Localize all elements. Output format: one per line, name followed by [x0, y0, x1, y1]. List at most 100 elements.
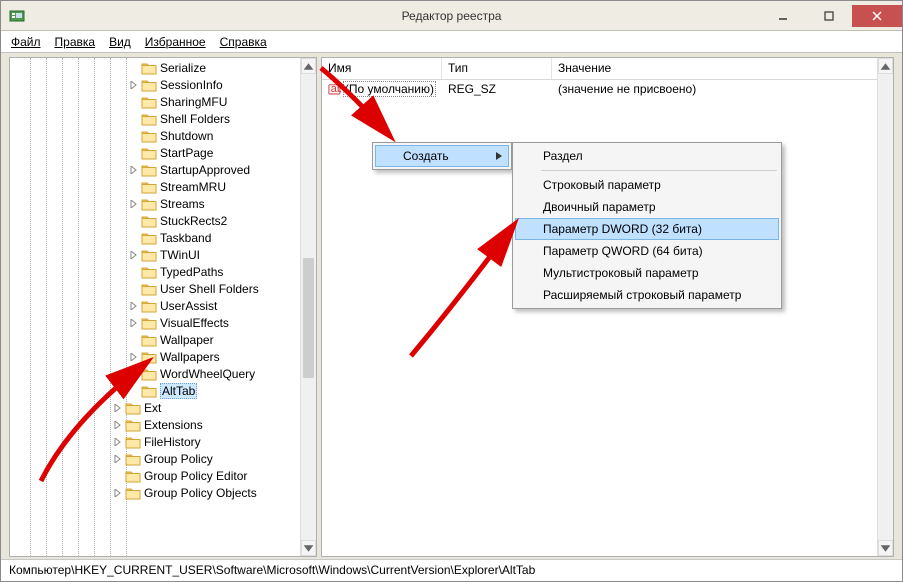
expand-spacer: [128, 147, 139, 158]
value-name: (По умолчанию): [343, 81, 436, 97]
tree-node[interactable]: Group Policy: [10, 450, 300, 467]
ctx-new-binary[interactable]: Двоичный параметр: [515, 196, 779, 218]
tree-node-label: Wallpapers: [160, 350, 220, 364]
ctx-new-expandstring[interactable]: Расширяемый строковый параметр: [515, 284, 779, 306]
tree-node[interactable]: TWinUI: [10, 246, 300, 263]
scroll-down-button[interactable]: [301, 540, 316, 556]
tree-node[interactable]: StartPage: [10, 144, 300, 161]
tree-node-label: Extensions: [144, 418, 203, 432]
expand-spacer: [128, 96, 139, 107]
ctx-new-multistring[interactable]: Мультистроковый параметр: [515, 262, 779, 284]
list-scrollbar[interactable]: [877, 58, 893, 556]
ctx-separator: [541, 170, 777, 171]
expand-spacer: [128, 266, 139, 277]
folder-icon: [141, 299, 157, 313]
tree-scrollbar[interactable]: [300, 58, 316, 556]
scroll-up-button[interactable]: [301, 58, 316, 74]
ctx-new-dword[interactable]: Параметр DWORD (32 бита): [515, 218, 779, 240]
tree-node-label: Wallpaper: [160, 333, 214, 347]
tree[interactable]: Serialize SessionInfo SharingMFU Shell Fold…: [10, 58, 300, 556]
folder-icon: [141, 163, 157, 177]
folder-icon: [141, 316, 157, 330]
string-value-icon: ab: [328, 82, 341, 96]
tree-node[interactable]: WordWheelQuery: [10, 365, 300, 382]
expand-icon[interactable]: [112, 487, 123, 498]
expand-icon[interactable]: [128, 164, 139, 175]
ctx-create-label: Создать: [403, 149, 449, 163]
tree-node[interactable]: StuckRects2: [10, 212, 300, 229]
expand-icon[interactable]: [112, 419, 123, 430]
ctx-new-qword[interactable]: Параметр QWORD (64 бита): [515, 240, 779, 262]
col-value[interactable]: Значение: [552, 58, 893, 79]
folder-icon: [141, 248, 157, 262]
folder-icon: [141, 95, 157, 109]
expand-icon[interactable]: [112, 402, 123, 413]
tree-node-label: TypedPaths: [160, 265, 223, 279]
tree-node[interactable]: Group Policy Objects: [10, 484, 300, 501]
maximize-button[interactable]: [806, 5, 852, 27]
tree-node[interactable]: Taskband: [10, 229, 300, 246]
list-pane: Имя Тип Значение ab (По умолчанию) REG_S…: [321, 57, 894, 557]
tree-node[interactable]: Serialize: [10, 59, 300, 76]
tree-node[interactable]: User Shell Folders: [10, 280, 300, 297]
tree-node[interactable]: UserAssist: [10, 297, 300, 314]
scroll-thumb[interactable]: [303, 258, 314, 378]
expand-icon[interactable]: [128, 317, 139, 328]
main-area: Serialize SessionInfo SharingMFU Shell Fold…: [1, 53, 902, 559]
expand-icon[interactable]: [112, 436, 123, 447]
tree-node[interactable]: FileHistory: [10, 433, 300, 450]
status-path: Компьютер\HKEY_CURRENT_USER\Software\Mic…: [9, 563, 535, 577]
tree-node[interactable]: AltTab: [10, 382, 300, 399]
folder-icon: [141, 146, 157, 160]
expand-spacer: [128, 283, 139, 294]
expand-icon[interactable]: [128, 79, 139, 90]
tree-node[interactable]: StreamMRU: [10, 178, 300, 195]
tree-node[interactable]: SharingMFU: [10, 93, 300, 110]
menu-file[interactable]: Файл: [5, 33, 47, 51]
ctx-new-string[interactable]: Строковый параметр: [515, 174, 779, 196]
list-row[interactable]: ab (По умолчанию) REG_SZ (значение не пр…: [322, 80, 893, 98]
col-type[interactable]: Тип: [442, 58, 552, 79]
folder-icon: [141, 367, 157, 381]
tree-node[interactable]: Group Policy Editor: [10, 467, 300, 484]
tree-node[interactable]: Shutdown: [10, 127, 300, 144]
folder-icon: [141, 384, 157, 398]
tree-node-label: Serialize: [160, 61, 206, 75]
tree-node[interactable]: Streams: [10, 195, 300, 212]
tree-node[interactable]: Shell Folders: [10, 110, 300, 127]
tree-node[interactable]: StartupApproved: [10, 161, 300, 178]
tree-node-label: SessionInfo: [160, 78, 223, 92]
ctx-create[interactable]: Создать: [375, 145, 509, 167]
tree-node-label: StartupApproved: [160, 163, 250, 177]
tree-node-label: AltTab: [160, 383, 197, 399]
tree-node-label: UserAssist: [160, 299, 217, 313]
tree-node[interactable]: VisualEffects: [10, 314, 300, 331]
expand-icon[interactable]: [128, 249, 139, 260]
expand-icon[interactable]: [128, 300, 139, 311]
tree-node[interactable]: Wallpapers: [10, 348, 300, 365]
folder-icon: [141, 61, 157, 75]
tree-node[interactable]: Extensions: [10, 416, 300, 433]
expand-icon[interactable]: [112, 453, 123, 464]
scroll-up-button[interactable]: [878, 58, 893, 74]
tree-node[interactable]: Ext: [10, 399, 300, 416]
menu-view[interactable]: Вид: [103, 33, 137, 51]
col-name[interactable]: Имя: [322, 58, 442, 79]
menu-help[interactable]: Справка: [214, 33, 273, 51]
menu-edit[interactable]: Правка: [49, 33, 102, 51]
tree-node-label: Shell Folders: [160, 112, 230, 126]
menu-favorites[interactable]: Избранное: [139, 33, 212, 51]
tree-node[interactable]: TypedPaths: [10, 263, 300, 280]
tree-node[interactable]: Wallpaper: [10, 331, 300, 348]
tree-node-label: SharingMFU: [160, 95, 227, 109]
ctx-new-key[interactable]: Раздел: [515, 145, 779, 167]
expand-icon[interactable]: [128, 351, 139, 362]
scroll-down-button[interactable]: [878, 540, 893, 556]
expand-icon[interactable]: [128, 368, 139, 379]
expand-icon[interactable]: [128, 198, 139, 209]
folder-icon: [125, 452, 141, 466]
minimize-button[interactable]: [760, 5, 806, 27]
close-button[interactable]: [852, 5, 902, 27]
submenu-arrow-icon: [496, 149, 502, 163]
tree-node[interactable]: SessionInfo: [10, 76, 300, 93]
